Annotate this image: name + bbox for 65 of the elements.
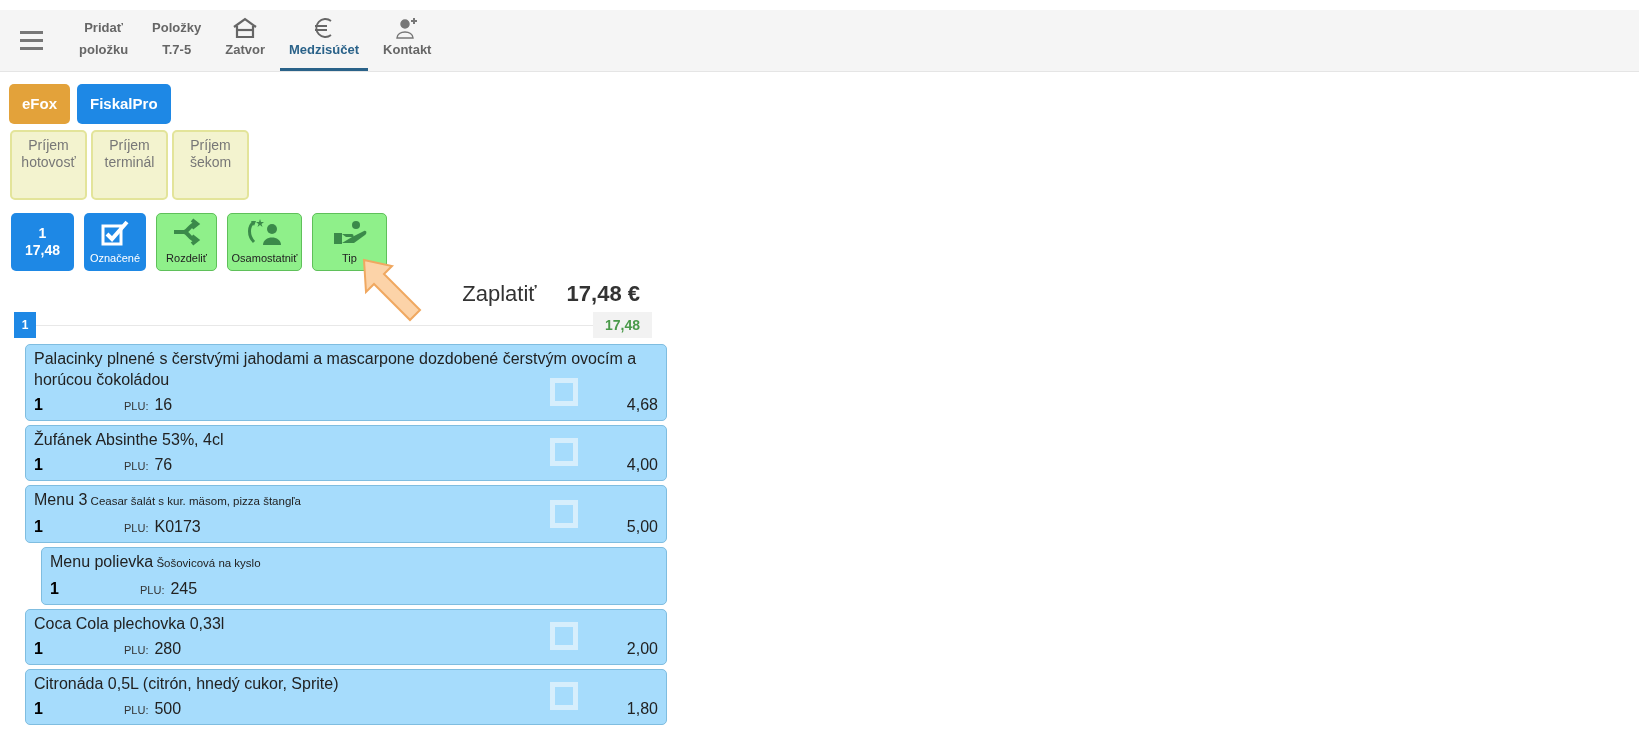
plu-label: PLU: (140, 583, 165, 598)
marked-button[interactable]: Označené (84, 213, 146, 271)
action-button[interactable]: Rozdeliť (156, 213, 217, 271)
item-price: 1,80 (626, 699, 658, 719)
item-quantity: 1 (34, 517, 44, 537)
item-checkbox[interactable] (550, 622, 578, 650)
order-item[interactable]: Palacinky plnené s čerstvými jahodami a mascarpone dozdobené čerstvým ovocím a horúcou čokoládou 1 PLU: 16 4,68 (25, 344, 667, 421)
checkbox-icon (100, 219, 130, 248)
payment-button[interactable]: Príjem terminál (91, 130, 168, 200)
plu-label: PLU: (124, 643, 149, 658)
total-amount: 17,48 € (566, 280, 640, 308)
item-name: Menu 3 Ceasar šalát s kur. mäsom, pizza štangľa (34, 490, 303, 510)
payment-button[interactable]: Príjem šekom (172, 130, 249, 200)
item-price: 5,00 (626, 517, 658, 537)
total-label: Zaplatiť (462, 280, 537, 308)
toolbar-tab[interactable]: Kontakt (374, 10, 441, 71)
item-price: 4,00 (626, 455, 658, 475)
order-item[interactable]: Menu 3 Ceasar šalát s kur. mäsom, pizza štangľa 1 PLU: K0173 5,00 (25, 485, 667, 543)
order-item[interactable]: Žufánek Absinthe 53%, 4cl 1 PLU: 76 4,00 (25, 425, 667, 481)
toolbar-tab[interactable]: Pridať položku (70, 10, 138, 71)
toolbar-tab[interactable]: Medzisúčet (279, 10, 369, 71)
order-item[interactable]: Citronáda 0,5L (citrón, hnedý cukor, Sprite) 1 PLU: 500 1,80 (25, 669, 667, 725)
person-star-icon (245, 217, 284, 246)
order-item[interactable]: Menu polievka Šošovicová na kyslo 1 PLU: 245 (41, 547, 667, 605)
pointer-arrow-icon (362, 258, 424, 324)
plu-code: 245 (170, 579, 198, 599)
house-icon (232, 17, 259, 39)
item-quantity: 1 (34, 395, 44, 415)
hand-coin-icon (331, 219, 368, 246)
item-checkbox[interactable] (550, 682, 578, 710)
item-name: Coca Cola plechovka 0,33l (34, 614, 226, 634)
plu-code: 76 (154, 455, 173, 475)
item-name: Palacinky plnené s čerstvými jahodami a mascarpone dozdobené čerstvým ovocím a horúcou čokoládou (34, 349, 638, 390)
plu-label: PLU: (124, 521, 149, 536)
plu-code: K0173 (154, 517, 201, 537)
toolbar-tab[interactable]: Položky T.7-5 (143, 10, 211, 71)
plu-label: PLU: (124, 703, 149, 718)
item-quantity: 1 (34, 639, 44, 659)
plu-code: 16 (154, 395, 173, 415)
item-checkbox[interactable] (550, 378, 578, 406)
action-button[interactable]: Tip (312, 213, 387, 271)
item-name: Žufánek Absinthe 53%, 4cl (34, 429, 225, 450)
item-name: Menu polievka Šošovicová na kyslo (50, 552, 262, 572)
order-item[interactable]: Coca Cola plechovka 0,33l 1 PLU: 280 2,00 (25, 609, 667, 665)
plu-code: 500 (154, 699, 182, 719)
item-quantity: 1 (34, 699, 44, 719)
system-button[interactable]: FiskalPro (77, 84, 171, 124)
action-button[interactable]: Osamostatniť (227, 213, 302, 271)
plu-label: PLU: (124, 399, 149, 414)
add-person-icon (395, 17, 420, 39)
group-number-badge: 1 (14, 312, 36, 338)
count-total-button[interactable]: 1 17,48 (11, 213, 74, 271)
item-quantity: 1 (34, 455, 44, 475)
item-name: Citronáda 0,5L (citrón, hnedý cukor, Sprite) (34, 674, 340, 694)
item-checkbox[interactable] (550, 438, 578, 466)
plu-label: PLU: (124, 459, 149, 474)
split-arrows-icon (171, 217, 202, 246)
payment-button[interactable]: Príjem hotovosť (10, 130, 87, 200)
group-sum: 17,48 (592, 312, 652, 338)
plu-code: 280 (154, 639, 182, 659)
item-quantity: 1 (50, 579, 60, 599)
item-price: 2,00 (626, 639, 658, 659)
item-checkbox[interactable] (550, 500, 578, 528)
item-price: 4,68 (626, 395, 658, 415)
toolbar-tab[interactable]: Zatvor (216, 10, 274, 71)
